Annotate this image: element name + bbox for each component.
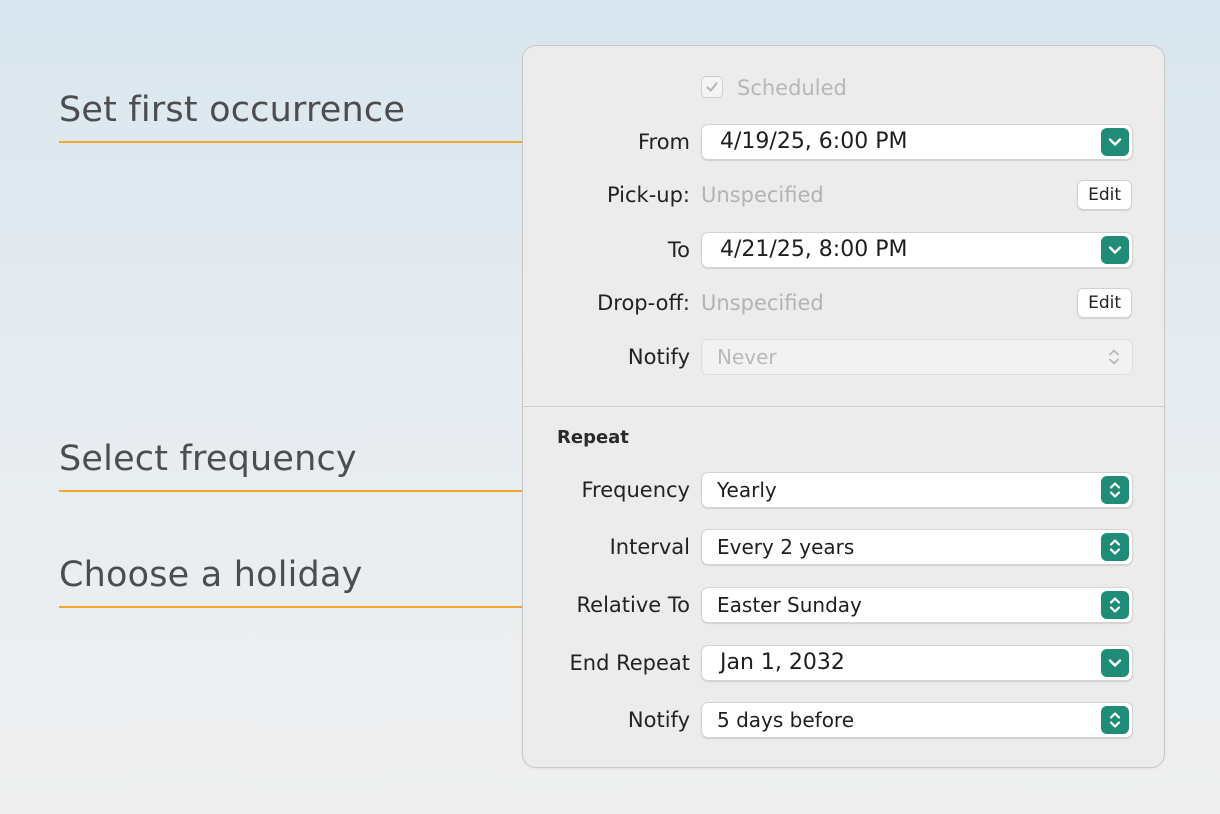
callout-line — [59, 606, 544, 608]
repeat-notify-select[interactable]: 5 days before — [701, 702, 1133, 738]
callout-line — [59, 141, 544, 143]
notify-select[interactable]: Never — [701, 339, 1133, 375]
to-row: To 4/21/25, 8:00 PM — [523, 230, 1164, 270]
interval-select[interactable]: Every 2 years — [701, 529, 1133, 565]
repeat-notify-row: Notify 5 days before — [523, 700, 1164, 740]
frequency-label: Frequency — [581, 478, 691, 502]
up-down-arrows-icon — [1109, 482, 1121, 498]
repeat-notify-value: 5 days before — [717, 708, 855, 732]
up-down-arrows-icon — [1109, 712, 1121, 728]
dropoff-edit-button[interactable]: Edit — [1077, 288, 1132, 318]
up-down-arrows-icon — [1109, 349, 1119, 365]
dropoff-label: Drop-off: — [597, 291, 690, 315]
notify-stepper[interactable] — [1102, 344, 1126, 370]
interval-row: Interval Every 2 years — [523, 527, 1164, 567]
notify-label: Notify — [627, 345, 690, 369]
callout-line — [59, 490, 544, 492]
relative-to-select[interactable]: Easter Sunday — [701, 587, 1133, 623]
from-dropdown-button[interactable] — [1101, 128, 1129, 156]
up-down-arrows-icon — [1109, 597, 1121, 613]
to-dropdown-button[interactable] — [1101, 236, 1129, 264]
dropoff-row: Drop-off: Unspecified Edit — [523, 283, 1164, 323]
from-date-picker[interactable]: 4/19/25, 6:00 PM — [701, 124, 1133, 160]
checkmark-icon — [706, 82, 718, 92]
chevron-down-icon — [1108, 138, 1122, 146]
to-label: To — [667, 238, 690, 262]
frequency-value: Yearly — [717, 478, 777, 502]
pickup-edit-button[interactable]: Edit — [1077, 180, 1132, 210]
end-repeat-row: End Repeat Jan 1, 2032 — [523, 643, 1164, 683]
callout-label: Set first occurrence — [59, 90, 406, 130]
frequency-stepper[interactable] — [1101, 476, 1129, 504]
notify-value: Never — [717, 345, 777, 369]
chevron-down-icon — [1108, 659, 1122, 667]
from-label: From — [637, 130, 690, 154]
interval-value: Every 2 years — [717, 535, 855, 559]
chevron-down-icon — [1108, 246, 1122, 254]
frequency-select[interactable]: Yearly — [701, 472, 1133, 508]
end-repeat-label: End Repeat — [569, 651, 690, 675]
section-divider — [523, 406, 1164, 407]
callout-label: Select frequency — [59, 439, 357, 479]
repeat-notify-stepper[interactable] — [1101, 706, 1129, 734]
notify-row: Notify Never — [523, 337, 1164, 377]
from-row: From 4/19/25, 6:00 PM — [523, 122, 1164, 162]
relative-to-row: Relative To Easter Sunday — [523, 585, 1164, 625]
pickup-label: Pick-up: — [606, 183, 690, 207]
end-repeat-dropdown-button[interactable] — [1101, 649, 1129, 677]
from-value: 4/19/25, 6:00 PM — [720, 129, 908, 154]
frequency-row: Frequency Yearly — [523, 470, 1164, 510]
up-down-arrows-icon — [1109, 539, 1121, 555]
interval-label: Interval — [609, 535, 690, 559]
event-details-panel: Scheduled From 4/19/25, 6:00 PM Pick-up:… — [522, 45, 1165, 768]
relative-to-value: Easter Sunday — [717, 593, 862, 617]
end-repeat-date-picker[interactable]: Jan 1, 2032 — [701, 645, 1133, 681]
callout-label: Choose a holiday — [59, 555, 363, 595]
end-repeat-value: Jan 1, 2032 — [720, 650, 845, 675]
to-value: 4/21/25, 8:00 PM — [720, 237, 908, 262]
pickup-value: Unspecified — [701, 183, 824, 207]
relative-to-label: Relative To — [576, 593, 690, 617]
scheduled-label: Scheduled — [737, 76, 847, 100]
repeat-section-title: Repeat — [557, 427, 629, 448]
to-date-picker[interactable]: 4/21/25, 8:00 PM — [701, 232, 1133, 268]
relative-to-stepper[interactable] — [1101, 591, 1129, 619]
repeat-notify-label: Notify — [627, 708, 690, 732]
interval-stepper[interactable] — [1101, 533, 1129, 561]
dropoff-value: Unspecified — [701, 291, 824, 315]
pickup-row: Pick-up: Unspecified Edit — [523, 175, 1164, 215]
scheduled-checkbox[interactable] — [701, 76, 723, 98]
